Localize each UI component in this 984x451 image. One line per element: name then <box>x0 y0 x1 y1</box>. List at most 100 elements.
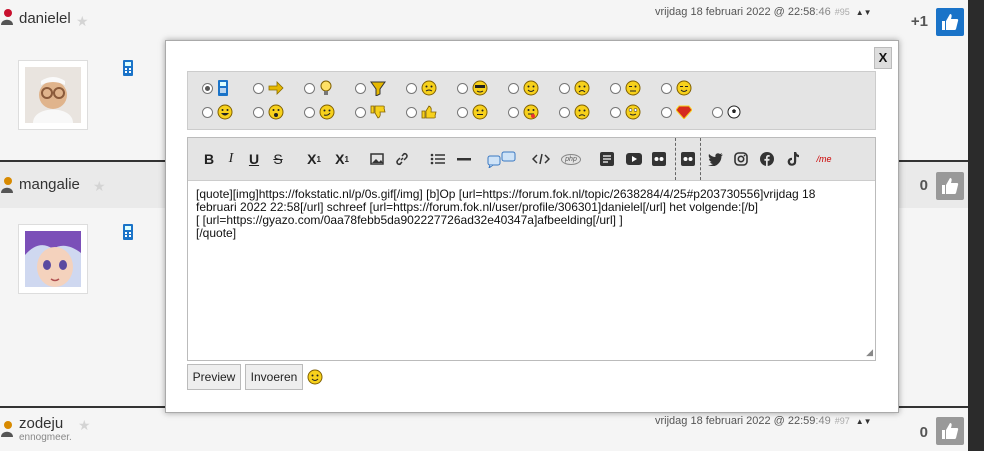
smiley-option-sunglasses[interactable] <box>457 78 508 98</box>
smiley-option-lightbulb[interactable] <box>304 78 355 98</box>
smiley-option-frown[interactable] <box>559 102 610 122</box>
post-meta: vrijdag 18 februari 2022 @ 22:59:49 #97 ▲▼ <box>655 415 872 427</box>
facebook-button[interactable] <box>759 150 775 168</box>
quote-icon <box>487 151 516 168</box>
star-icon[interactable]: ★ <box>93 178 106 195</box>
star-icon[interactable]: ★ <box>76 13 89 30</box>
smiley-option-phone[interactable] <box>202 78 253 98</box>
smiley-option-shocked[interactable] <box>253 102 304 122</box>
flickr-button[interactable] <box>651 150 667 168</box>
vote-arrows-icon[interactable]: ▲▼ <box>856 8 872 17</box>
bold-button[interactable]: B <box>202 150 216 168</box>
smiley-radio[interactable] <box>253 106 264 118</box>
smiley-radio[interactable] <box>559 106 570 118</box>
smiley-option-soccer-ball[interactable] <box>712 102 763 122</box>
video-icon <box>681 152 695 166</box>
thumbs-down-icon <box>370 105 386 119</box>
smiley-picker-icon[interactable] <box>307 369 323 385</box>
post-number[interactable]: #95 <box>835 7 850 17</box>
like-button[interactable] <box>936 172 964 200</box>
list-button[interactable] <box>430 150 446 168</box>
youtube-button[interactable] <box>625 150 643 168</box>
smiley-radio[interactable] <box>712 106 723 118</box>
smiley-radio[interactable] <box>253 82 264 94</box>
like-button[interactable] <box>936 8 964 36</box>
smiley-option-thumbs-up[interactable] <box>406 102 457 122</box>
me-button[interactable]: /me <box>813 150 835 168</box>
twitter-button[interactable] <box>707 150 723 168</box>
smiley-option-tongue[interactable] <box>508 102 559 122</box>
smiley-row <box>202 102 763 122</box>
smiley-option-confused[interactable] <box>406 78 457 98</box>
smiley-radio[interactable] <box>355 106 366 118</box>
smiley-option-thumbs-down[interactable] <box>355 102 406 122</box>
smiley-radio[interactable] <box>202 82 213 94</box>
message-line: [/quote] <box>196 226 237 240</box>
username[interactable]: zodeju <box>19 415 63 432</box>
link-icon <box>396 152 408 166</box>
smiley-option-funnel[interactable] <box>355 78 406 98</box>
close-button[interactable]: X <box>874 47 892 69</box>
message-textarea[interactable]: [quote][img]https://fokstatic.nl/p/0s.gi… <box>196 188 866 240</box>
subscript-button[interactable]: X1 <box>305 150 323 168</box>
smiley-radio[interactable] <box>661 106 672 118</box>
smiley-radio[interactable] <box>202 106 213 118</box>
smiley-option-grin[interactable] <box>202 102 253 122</box>
resize-grip-icon[interactable]: ◢ <box>866 347 873 358</box>
vote-arrows-icon[interactable]: ▲▼ <box>856 417 872 426</box>
horizontal-rule-button[interactable] <box>456 150 472 168</box>
submit-button[interactable]: Invoeren <box>245 364 303 390</box>
like-button[interactable] <box>936 417 964 445</box>
smiley-option-squint[interactable] <box>661 78 712 98</box>
spoiler-button[interactable] <box>599 150 615 168</box>
username[interactable]: mangalie <box>19 176 80 193</box>
scrollbar[interactable] <box>968 0 984 451</box>
subscript-mark: 1 <box>316 154 321 164</box>
smiley-radio[interactable] <box>508 106 519 118</box>
smiley-radio[interactable] <box>406 82 417 94</box>
smiley-option-blush[interactable] <box>610 102 661 122</box>
smiley-radio[interactable] <box>304 82 315 94</box>
video-button[interactable] <box>680 150 696 168</box>
smiley-option-superman[interactable] <box>661 102 712 122</box>
tiktok-button[interactable] <box>785 150 801 168</box>
smiley-radio[interactable] <box>610 106 621 118</box>
post-number[interactable]: #97 <box>835 416 850 426</box>
grin-icon <box>217 104 233 120</box>
superscript-button[interactable]: X1 <box>333 150 351 168</box>
link-button[interactable] <box>394 150 410 168</box>
squint-icon <box>676 80 692 96</box>
preview-button[interactable]: Preview <box>187 364 241 390</box>
smiley-option-worried[interactable] <box>559 78 610 98</box>
underline-button[interactable]: U <box>247 150 261 168</box>
avatar-image <box>25 231 81 287</box>
smiley-option-smirk[interactable] <box>304 102 355 122</box>
star-icon[interactable]: ★ <box>78 417 91 434</box>
smiley-radio[interactable] <box>355 82 366 94</box>
smiley-radio[interactable] <box>610 82 621 94</box>
smiley-radio[interactable] <box>406 106 417 118</box>
post-meta: vrijdag 18 februari 2022 @ 22:58:46 #95 ▲▼ <box>655 6 872 18</box>
smiley-radio[interactable] <box>508 82 519 94</box>
username[interactable]: danielel <box>19 10 71 27</box>
smirk-icon <box>319 104 335 120</box>
image-button[interactable] <box>369 150 385 168</box>
smiley-option-arrow[interactable] <box>253 78 304 98</box>
smiley-option-wink[interactable] <box>610 78 661 98</box>
blush-icon <box>625 104 641 120</box>
smiley-radio[interactable] <box>661 82 672 94</box>
smiley-radio[interactable] <box>457 106 468 118</box>
smiley-option-neutral[interactable] <box>457 102 508 122</box>
italic-button[interactable]: I <box>224 150 238 168</box>
strikethrough-button[interactable]: S <box>271 150 285 168</box>
smiley-radio[interactable] <box>457 82 468 94</box>
confused-icon <box>421 80 437 96</box>
quote-button[interactable] <box>487 150 517 168</box>
smiley-radio[interactable] <box>304 106 315 118</box>
instagram-button[interactable] <box>733 150 749 168</box>
php-button[interactable]: php <box>560 150 582 168</box>
smiley-radio[interactable] <box>559 82 570 94</box>
code-button[interactable] <box>532 150 550 168</box>
neutral-icon <box>472 104 488 120</box>
smiley-option-smile[interactable] <box>508 78 559 98</box>
